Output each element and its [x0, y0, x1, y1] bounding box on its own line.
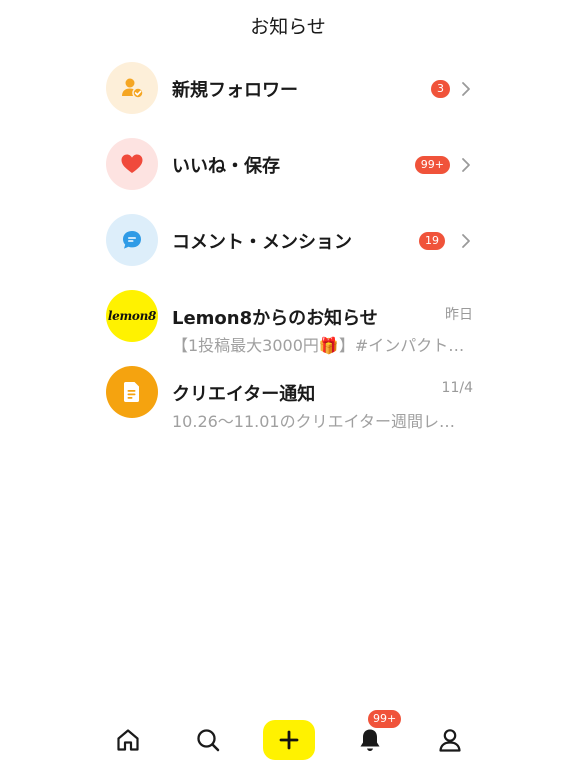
notification-count-badge: 99+	[368, 710, 402, 728]
notification-row-new-followers[interactable]: 新規フォロワー 3	[0, 60, 576, 136]
lemon8-logo: lemon8	[106, 290, 158, 342]
count-badge: 19	[419, 232, 445, 250]
notification-time: 昨日	[445, 307, 473, 323]
count-badge: 99+	[414, 156, 450, 174]
chevron-right-icon	[462, 234, 470, 248]
lemon8-logo-text: lemon8	[107, 309, 157, 323]
count-badge: 3	[431, 80, 450, 98]
notification-title: Lemon8からのお知らせ	[172, 308, 378, 329]
notification-row-likes-saves[interactable]: いいね・保存 99+	[0, 136, 576, 212]
notification-time: 11/4	[441, 380, 473, 396]
notification-title: 新規フォロワー	[172, 80, 298, 101]
notification-preview: 【1投稿最大3000円🎁】#インパクト…	[172, 336, 465, 355]
notification-title: いいね・保存	[172, 156, 280, 177]
notification-list: 新規フォロワー 3 いいね・保存 99+ コメント・メンション 19 lemon…	[0, 60, 576, 440]
notification-preview: 10.26〜11.01のクリエイター週間レ…	[172, 412, 455, 431]
bell-icon	[360, 729, 380, 751]
page-title: お知らせ	[250, 16, 326, 38]
bottom-navigation: 99+	[0, 710, 576, 768]
heart-icon	[106, 138, 158, 190]
document-icon	[106, 366, 158, 418]
notification-row-lemon8-news[interactable]: lemon8 Lemon8からのお知らせ 昨日 【1投稿最大3000円🎁】#イン…	[0, 288, 576, 364]
notification-title: コメント・メンション	[172, 232, 352, 253]
notification-row-comments-mentions[interactable]: コメント・メンション 19	[0, 212, 576, 288]
comment-icon	[106, 214, 158, 266]
profile-icon[interactable]	[430, 720, 470, 760]
home-icon[interactable]	[108, 720, 148, 760]
notifications-tab[interactable]: 99+	[350, 710, 402, 760]
notification-title: クリエイター通知	[172, 384, 316, 405]
plus-icon	[279, 730, 299, 750]
create-post-button[interactable]	[263, 720, 315, 760]
notifications-screen: お知らせ 新規フォロワー 3 いいね・保存 99+ コメント・メンション 19 …	[0, 0, 576, 768]
chevron-right-icon	[462, 82, 470, 96]
notification-row-creator[interactable]: クリエイター通知 11/4 10.26〜11.01のクリエイター週間レ…	[0, 364, 576, 440]
user-follow-icon	[106, 62, 158, 114]
search-icon[interactable]	[188, 720, 228, 760]
chevron-right-icon	[462, 158, 470, 172]
